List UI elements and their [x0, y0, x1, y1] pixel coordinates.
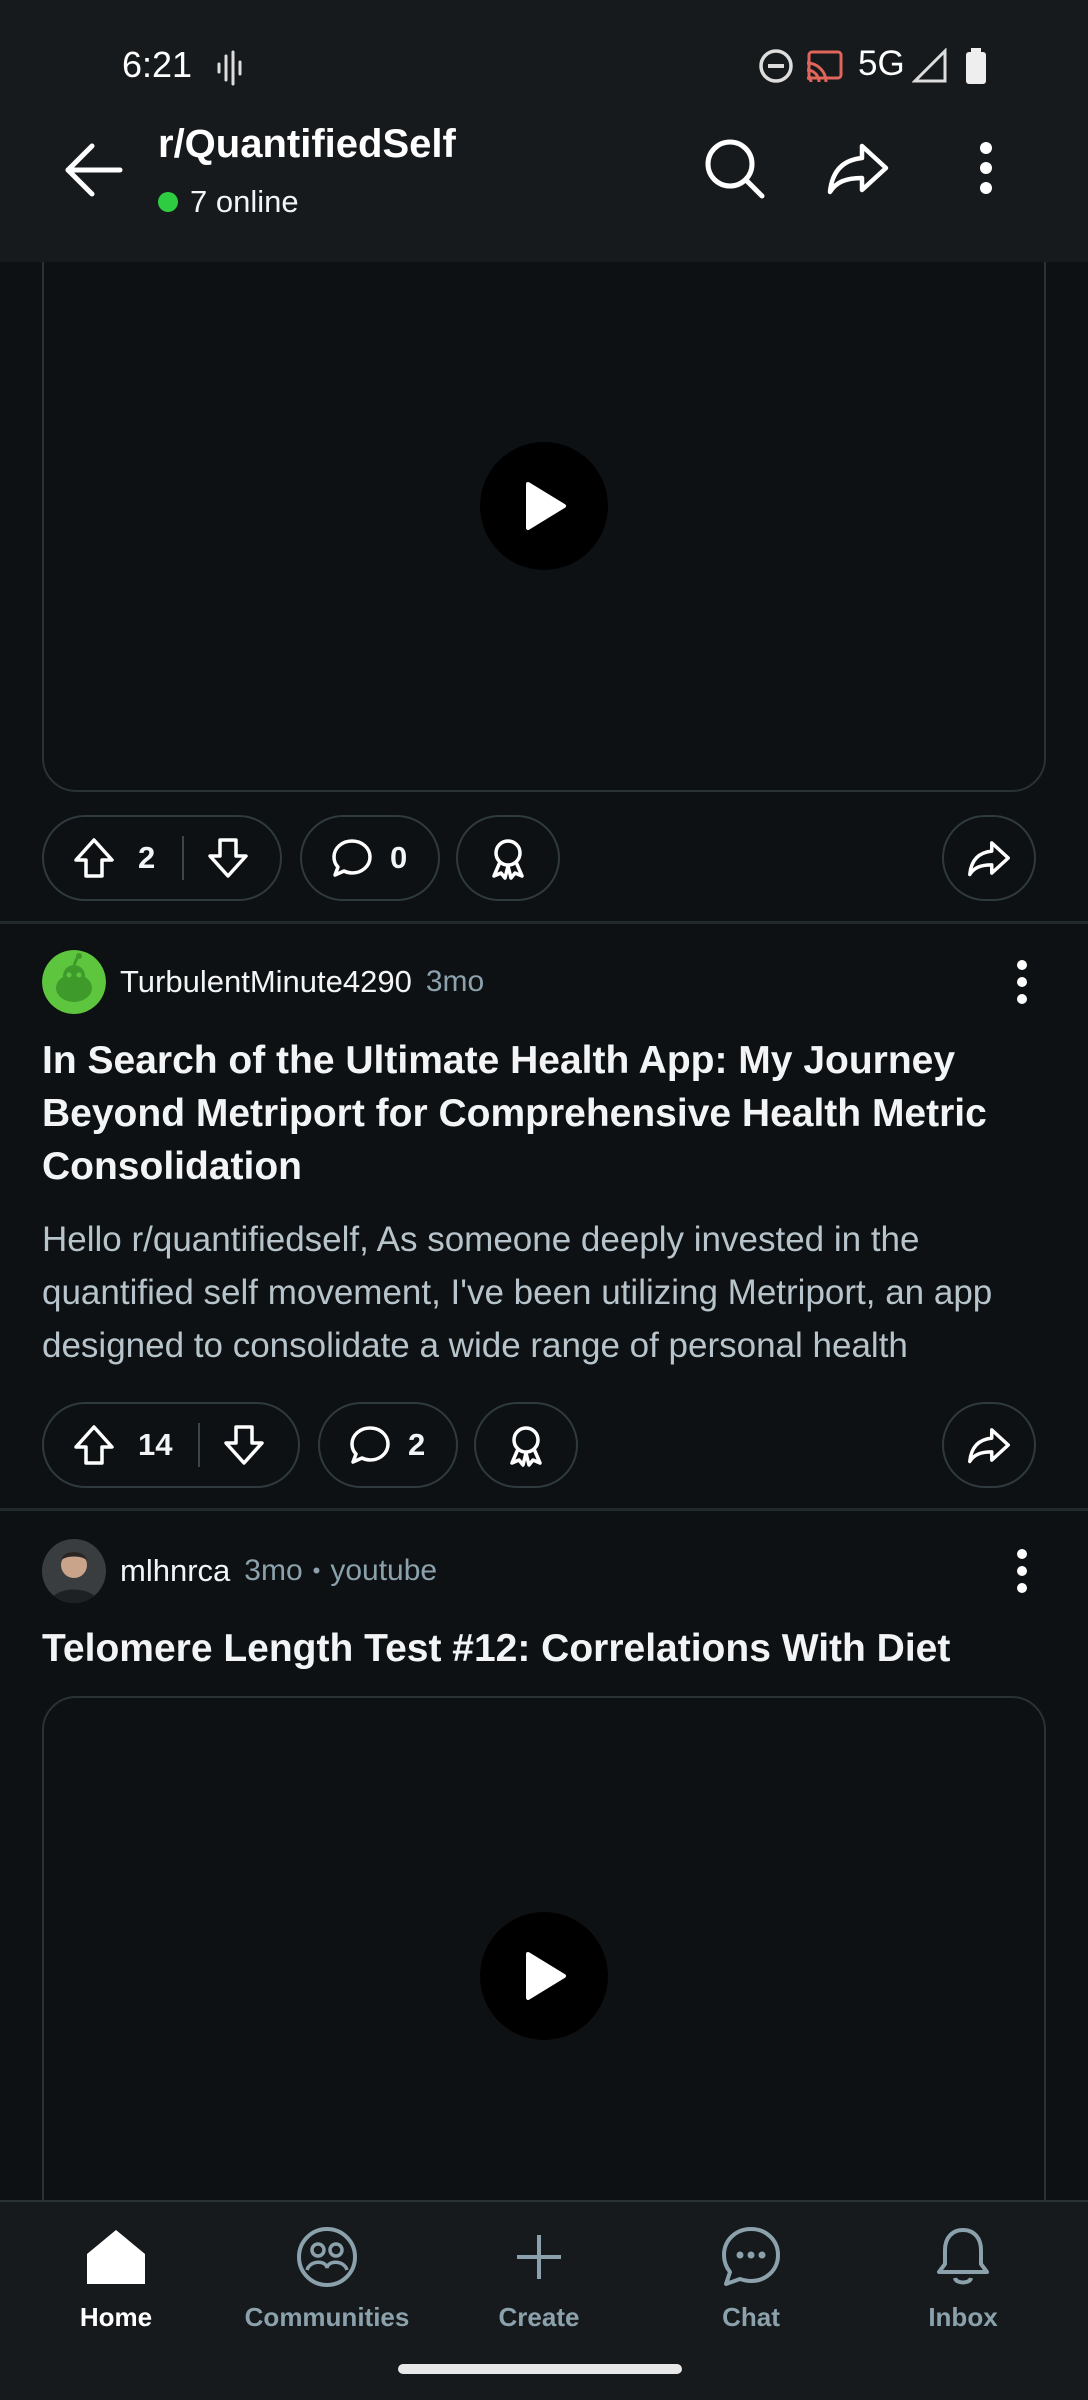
post-actions: 2 0 — [42, 815, 1046, 901]
video-player[interactable] — [42, 1696, 1046, 2256]
post-options-button[interactable] — [998, 958, 1046, 1006]
nav-communities[interactable]: Communities — [227, 2222, 427, 2342]
battery-icon — [964, 48, 988, 89]
comments-button[interactable]: 2 — [318, 1402, 458, 1488]
network-label: 5G — [858, 44, 905, 83]
comment-count: 2 — [408, 1427, 426, 1462]
post-body[interactable]: Hello r/quantifiedself, As someone deepl… — [42, 1213, 1046, 1372]
vote-divider — [198, 1423, 200, 1467]
upvote-count: 14 — [138, 1427, 173, 1462]
downvote-button[interactable] — [220, 1421, 268, 1469]
upvote-button[interactable] — [70, 834, 118, 882]
post-author[interactable]: TurbulentMinute4290 — [120, 964, 412, 1000]
play-icon — [526, 482, 566, 530]
play-icon — [526, 1952, 566, 2000]
plus-icon — [504, 2222, 574, 2292]
avatar[interactable] — [42, 1539, 106, 1603]
communities-icon — [292, 2222, 362, 2292]
share-icon — [965, 1421, 1013, 1469]
search-button[interactable] — [698, 132, 770, 204]
post-share-button[interactable] — [942, 1402, 1036, 1488]
gesture-bar[interactable] — [398, 2364, 682, 2374]
online-dot-icon — [158, 192, 178, 212]
share-icon — [965, 834, 1013, 882]
top-bar: 6:21 5G r/QuantifiedSelf 7 online — [0, 0, 1088, 262]
online-label: 7 online — [190, 184, 299, 219]
nav-inbox[interactable]: Inbox — [863, 2222, 1063, 2342]
nav-create[interactable]: Create — [439, 2222, 639, 2342]
video-player[interactable] — [42, 220, 1046, 792]
upvote-count: 2 — [138, 840, 156, 875]
home-icon — [81, 2222, 151, 2292]
upvote-icon — [74, 838, 114, 878]
nav-label: Create — [498, 2302, 580, 2332]
vote-pill: 2 — [42, 815, 282, 901]
nav-home[interactable]: Home — [16, 2222, 216, 2342]
comments-button[interactable]: 0 — [300, 815, 440, 901]
search-icon — [705, 139, 765, 199]
meta-separator: • — [312, 1558, 321, 1583]
more-options-button[interactable] — [950, 132, 1022, 204]
post-divider — [0, 921, 1088, 924]
award-button[interactable] — [474, 1402, 578, 1488]
kebab-icon — [980, 142, 992, 194]
chat-icon — [716, 2222, 786, 2292]
status-time: 6:21 — [122, 44, 193, 85]
kebab-icon — [1017, 1549, 1027, 1593]
subreddit-name[interactable]: r/QuantifiedSelf — [158, 122, 456, 167]
share-button[interactable] — [822, 132, 894, 204]
nav-label: Inbox — [928, 2302, 998, 2332]
nav-chat[interactable]: Chat — [651, 2222, 851, 2342]
play-button[interactable] — [480, 1912, 608, 2040]
kebab-icon — [1017, 960, 1027, 1004]
post-age: 3mo — [425, 965, 485, 998]
comment-icon — [346, 1421, 394, 1469]
vote-divider — [182, 836, 184, 880]
nav-label: Communities — [244, 2302, 410, 2332]
award-icon — [484, 834, 532, 882]
upvote-button[interactable] — [70, 1421, 118, 1469]
online-count: 7 online — [158, 184, 299, 220]
cast-icon — [804, 48, 844, 89]
post-domain[interactable]: youtube — [330, 1554, 437, 1588]
post-meta: TurbulentMinute4290 3mo — [42, 950, 1046, 1014]
post-age: 3mo — [244, 1554, 303, 1587]
downvote-icon — [224, 1425, 264, 1465]
post-meta: mlhnrca 3mo • youtube — [42, 1539, 1046, 1603]
share-icon — [827, 143, 889, 195]
post-actions: 14 2 — [42, 1402, 1046, 1488]
downvote-icon — [208, 838, 248, 878]
post-title[interactable]: Telomere Length Test #12: Correlations W… — [42, 1622, 1046, 1675]
comment-count: 0 — [390, 840, 408, 875]
award-button[interactable] — [456, 815, 560, 901]
avatar[interactable] — [42, 950, 106, 1014]
do-not-disturb-icon — [758, 48, 794, 89]
bell-icon — [928, 2222, 998, 2292]
nav-label: Chat — [722, 2302, 780, 2332]
upvote-icon — [74, 1425, 114, 1465]
back-button[interactable] — [60, 136, 128, 204]
comment-icon — [328, 834, 376, 882]
nav-label: Home — [79, 2302, 153, 2332]
post-options-button[interactable] — [998, 1547, 1046, 1595]
downvote-button[interactable] — [204, 834, 252, 882]
vote-pill: 14 — [42, 1402, 300, 1488]
signal-icon — [911, 47, 948, 89]
post-share-button[interactable] — [942, 815, 1036, 901]
post-divider — [0, 1508, 1088, 1511]
sound-wave-icon — [216, 48, 244, 93]
play-button[interactable] — [480, 442, 608, 570]
subreddit-header: r/QuantifiedSelf 7 online — [0, 118, 1088, 220]
post-author[interactable]: mlhnrca — [120, 1553, 230, 1589]
post-title[interactable]: In Search of the Ultimate Health App: My… — [42, 1034, 1046, 1193]
award-icon — [502, 1421, 550, 1469]
status-bar: 6:21 5G — [0, 44, 1088, 94]
